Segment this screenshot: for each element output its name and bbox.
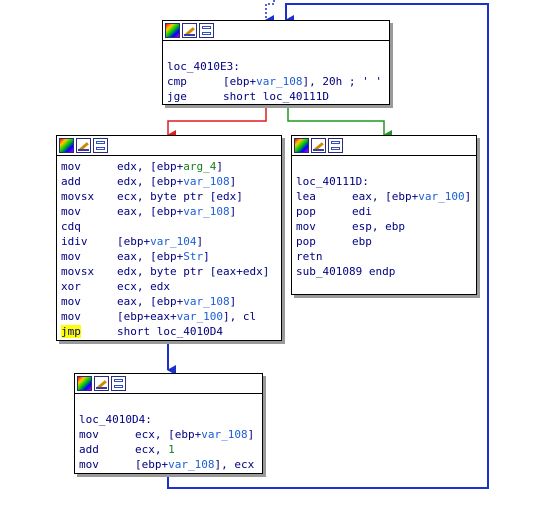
- instruction-line[interactable]: idiv [ebp+var_104]: [61, 234, 277, 249]
- instruction-line[interactable]: cdq: [61, 219, 277, 234]
- instruction-line[interactable]: lea eax, [ebp+var_100]: [296, 189, 472, 204]
- instruction-line[interactable]: movsx edx, byte ptr [eax+edx]: [61, 264, 277, 279]
- instruction-line[interactable]: add ecx, 1: [79, 442, 258, 457]
- instruction-line[interactable]: mov ecx, [ebp+var_108]: [79, 427, 258, 442]
- node-loc-4010E3[interactable]: loc_4010E3: cmp [ebp+var_108], 20h ; ' ' …: [162, 20, 390, 105]
- node-toolbar: [292, 136, 476, 156]
- rename-icon[interactable]: [76, 138, 91, 153]
- instruction-line[interactable]: sub_401089 endp: [296, 264, 472, 279]
- instruction-line[interactable]: retn: [296, 249, 472, 264]
- node-toolbar: [75, 374, 262, 394]
- graph-overview-icon[interactable]: [111, 376, 126, 391]
- graph-overview-icon[interactable]: [93, 138, 108, 153]
- instruction-line[interactable]: pop ebp: [296, 234, 472, 249]
- graph-overview-icon[interactable]: [328, 138, 343, 153]
- instruction-line[interactable]: mov edx, [ebp+arg_4]: [61, 159, 277, 174]
- rename-icon[interactable]: [311, 138, 326, 153]
- instruction-line[interactable]: mov eax, [ebp+var_108]: [61, 294, 277, 309]
- instruction-line[interactable]: cmp [ebp+var_108], 20h ; ' ': [167, 74, 385, 89]
- instruction-line[interactable]: pop edi: [296, 204, 472, 219]
- node-loc-4010D4[interactable]: loc_4010D4: mov ecx, [ebp+var_108] add ecx…: [74, 373, 263, 474]
- node-toolbar: [57, 136, 281, 156]
- instruction-line[interactable]: movsx ecx, byte ptr [edx]: [61, 189, 277, 204]
- node-loc-40111D[interactable]: loc_40111D: lea eax, [ebp+var_100] pop edi…: [291, 135, 477, 295]
- instruction-line[interactable]: add edx, [ebp+var_108]: [61, 174, 277, 189]
- node-toolbar: [163, 21, 389, 41]
- edge-false-branch: [167, 105, 267, 140]
- instruction-line[interactable]: mov esp, ebp: [296, 219, 472, 234]
- graph-overview-icon[interactable]: [199, 23, 214, 38]
- block-label: loc_4010E3:: [167, 60, 240, 73]
- instruction-line[interactable]: mov [ebp+eax+var_100], cl: [61, 309, 277, 324]
- instruction-line[interactable]: mov eax, [ebp+var_108]: [61, 204, 277, 219]
- instruction-line[interactable]: mov eax, [ebp+Str]: [61, 249, 277, 264]
- rename-icon[interactable]: [94, 376, 109, 391]
- color-palette-icon[interactable]: [165, 23, 180, 38]
- edge-true-branch: [287, 105, 392, 140]
- instruction-line[interactable]: jmp short loc_4010D4: [61, 324, 277, 339]
- graph-view[interactable]: loc_4010E3: cmp [ebp+var_108], 20h ; ' ' …: [0, 0, 535, 512]
- instruction-line[interactable]: jge short loc_40111D: [167, 89, 385, 104]
- highlighted-mnemonic[interactable]: jmp: [61, 325, 81, 338]
- color-palette-icon[interactable]: [294, 138, 309, 153]
- block-label: loc_40111D:: [296, 175, 369, 188]
- color-palette-icon[interactable]: [59, 138, 74, 153]
- node-loop-body[interactable]: mov edx, [ebp+arg_4] add edx, [ebp+var_108…: [56, 135, 282, 341]
- edge-incoming-top: [265, 0, 275, 25]
- instruction-line[interactable]: mov [ebp+var_108], ecx: [79, 457, 258, 472]
- block-label: loc_4010D4:: [79, 413, 152, 426]
- rename-icon[interactable]: [182, 23, 197, 38]
- instruction-line[interactable]: xor ecx, edx: [61, 279, 277, 294]
- color-palette-icon[interactable]: [77, 376, 92, 391]
